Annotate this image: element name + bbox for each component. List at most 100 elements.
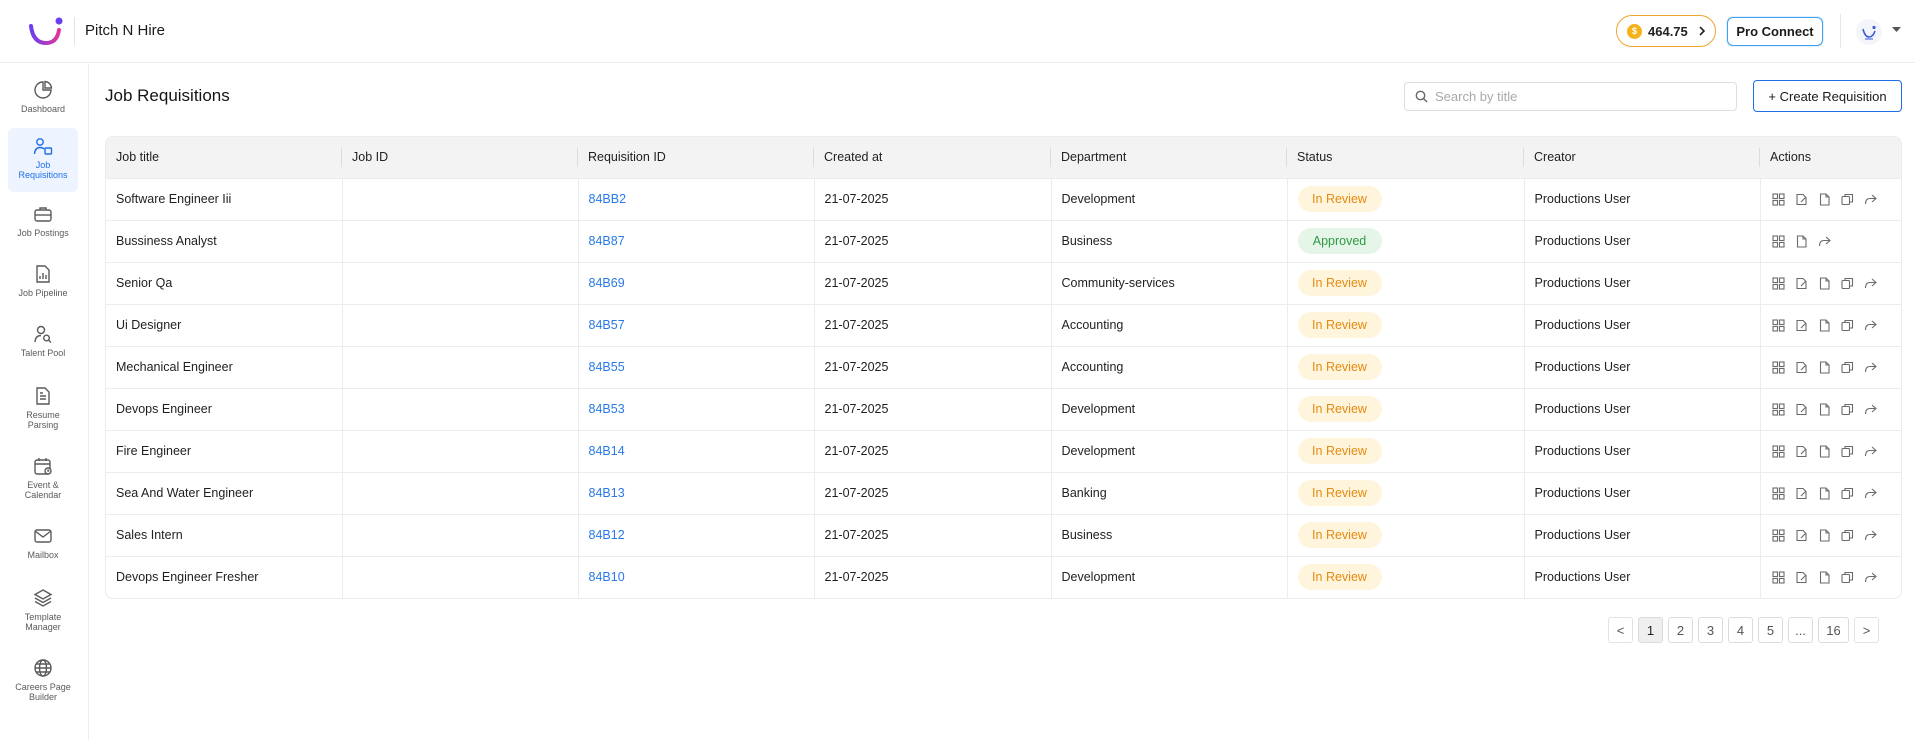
table-row[interactable]: Sea And Water Engineer 84B13 21-07-2025 Ban… <box>106 472 1901 514</box>
view-grid-icon[interactable] <box>1771 359 1787 375</box>
table-row[interactable]: Ui Designer 84B57 21-07-2025 Accounting In R… <box>106 304 1901 346</box>
requisition-id-link[interactable]: 84B12 <box>578 514 815 556</box>
requisition-id-link[interactable]: 84B57 <box>578 304 815 346</box>
duplicate-icon[interactable] <box>1840 191 1856 207</box>
search-input[interactable] <box>1435 89 1725 104</box>
duplicate-icon[interactable] <box>1840 401 1856 417</box>
duplicate-icon[interactable] <box>1840 569 1856 585</box>
duplicate-icon[interactable] <box>1840 275 1856 291</box>
requisition-id-link[interactable]: 84B14 <box>578 430 815 472</box>
table-row[interactable]: Senior Qa 84B69 21-07-2025 Community-servic… <box>106 262 1901 304</box>
document-icon[interactable] <box>1817 275 1833 291</box>
table-row[interactable]: Devops Engineer Fresher 84B10 21-07-2025 De… <box>106 556 1901 598</box>
edit-icon[interactable] <box>1794 191 1810 207</box>
share-icon[interactable] <box>1863 275 1879 291</box>
column-header-job-title[interactable]: Job title <box>106 137 342 178</box>
table-row[interactable]: Software Engineer Iii 84BB2 21-07-2025 Deve… <box>106 178 1901 220</box>
sidebar-item-job-postings[interactable]: Job Postings <box>8 196 78 250</box>
column-header-status[interactable]: Status <box>1287 137 1524 178</box>
duplicate-icon[interactable] <box>1840 485 1856 501</box>
view-grid-icon[interactable] <box>1771 191 1787 207</box>
sidebar-item-talent-pool[interactable]: Talent Pool <box>8 316 78 372</box>
page-button[interactable]: 16 <box>1818 617 1849 643</box>
edit-icon[interactable] <box>1794 527 1810 543</box>
requisition-id-link[interactable]: 84B55 <box>578 346 815 388</box>
table-row[interactable]: Fire Engineer 84B14 21-07-2025 Development I… <box>106 430 1901 472</box>
page-button[interactable]: 4 <box>1728 617 1753 643</box>
document-icon[interactable] <box>1794 233 1810 249</box>
credits-button[interactable]: $ 464.75 <box>1616 15 1716 47</box>
document-icon[interactable] <box>1817 359 1833 375</box>
edit-icon[interactable] <box>1794 569 1810 585</box>
edit-icon[interactable] <box>1794 317 1810 333</box>
avatar[interactable] <box>1856 19 1882 45</box>
sidebar-item-careers-page-builder[interactable]: Careers Page Builder <box>8 650 78 714</box>
prev-page-button[interactable]: < <box>1608 617 1633 643</box>
document-icon[interactable] <box>1817 569 1833 585</box>
requisition-id-link[interactable]: 84B53 <box>578 388 815 430</box>
chevron-down-icon[interactable] <box>1892 27 1901 33</box>
duplicate-icon[interactable] <box>1840 317 1856 333</box>
document-icon[interactable] <box>1817 317 1833 333</box>
view-grid-icon[interactable] <box>1771 401 1787 417</box>
share-icon[interactable] <box>1863 317 1879 333</box>
table-row[interactable]: Devops Engineer 84B53 21-07-2025 Developmen… <box>106 388 1901 430</box>
search-box[interactable] <box>1404 82 1737 111</box>
column-header-creator[interactable]: Creator <box>1524 137 1760 178</box>
sidebar-item-dashboard[interactable]: Dashboard <box>8 72 78 130</box>
share-icon[interactable] <box>1863 401 1879 417</box>
next-page-button[interactable]: > <box>1854 617 1879 643</box>
document-icon[interactable] <box>1817 191 1833 207</box>
pro-connect-button[interactable]: Pro Connect <box>1727 17 1823 46</box>
view-grid-icon[interactable] <box>1771 527 1787 543</box>
column-header-requisition-id[interactable]: Requisition ID <box>578 137 814 178</box>
edit-icon[interactable] <box>1794 359 1810 375</box>
sidebar-item-resume-parsing[interactable]: Resume Parsing <box>8 378 78 442</box>
page-button[interactable]: 2 <box>1668 617 1693 643</box>
edit-icon[interactable] <box>1794 485 1810 501</box>
share-icon[interactable] <box>1863 527 1879 543</box>
view-grid-icon[interactable] <box>1771 317 1787 333</box>
requisition-id-link[interactable]: 84B13 <box>578 472 815 514</box>
page-button[interactable]: 5 <box>1758 617 1783 643</box>
column-header-department[interactable]: Department <box>1051 137 1287 178</box>
requisition-id-link[interactable]: 84B10 <box>578 556 815 598</box>
view-grid-icon[interactable] <box>1771 275 1787 291</box>
column-header-created-at[interactable]: Created at <box>814 137 1051 178</box>
table-row[interactable]: Sales Intern 84B12 21-07-2025 Business In Re… <box>106 514 1901 556</box>
brand-logo-icon[interactable] <box>28 16 64 46</box>
document-icon[interactable] <box>1817 527 1833 543</box>
duplicate-icon[interactable] <box>1840 359 1856 375</box>
table-row[interactable]: Bussiness Analyst 84B87 21-07-2025 Business… <box>106 220 1901 262</box>
document-icon[interactable] <box>1817 485 1833 501</box>
sidebar-item-job-requisitions[interactable]: Job Requisitions <box>8 128 78 192</box>
page-button[interactable]: 1 <box>1638 617 1663 643</box>
share-icon[interactable] <box>1863 485 1879 501</box>
duplicate-icon[interactable] <box>1840 527 1856 543</box>
share-icon[interactable] <box>1863 191 1879 207</box>
edit-icon[interactable] <box>1794 443 1810 459</box>
duplicate-icon[interactable] <box>1840 443 1856 459</box>
sidebar-item-event-calendar[interactable]: Event & Calendar <box>8 448 78 512</box>
create-requisition-button[interactable]: + Create Requisition <box>1753 80 1902 112</box>
view-grid-icon[interactable] <box>1771 443 1787 459</box>
requisition-id-link[interactable]: 84B87 <box>578 220 815 262</box>
share-icon[interactable] <box>1863 569 1879 585</box>
page-ellipsis-button[interactable]: ... <box>1788 617 1813 643</box>
column-header-job-id[interactable]: Job ID <box>342 137 578 178</box>
sidebar-item-mailbox[interactable]: Mailbox <box>8 518 78 572</box>
share-icon[interactable] <box>1863 359 1879 375</box>
page-button[interactable]: 3 <box>1698 617 1723 643</box>
sidebar-item-job-pipeline[interactable]: Job Pipeline <box>8 256 78 310</box>
table-row[interactable]: Mechanical Engineer 84B55 21-07-2025 Accoun… <box>106 346 1901 388</box>
edit-icon[interactable] <box>1794 275 1810 291</box>
view-grid-icon[interactable] <box>1771 233 1787 249</box>
document-icon[interactable] <box>1817 443 1833 459</box>
edit-icon[interactable] <box>1794 401 1810 417</box>
view-grid-icon[interactable] <box>1771 485 1787 501</box>
requisition-id-link[interactable]: 84B69 <box>578 262 815 304</box>
share-icon[interactable] <box>1817 233 1833 249</box>
sidebar-item-template-manager[interactable]: Template Manager <box>8 580 78 644</box>
view-grid-icon[interactable] <box>1771 569 1787 585</box>
share-icon[interactable] <box>1863 443 1879 459</box>
